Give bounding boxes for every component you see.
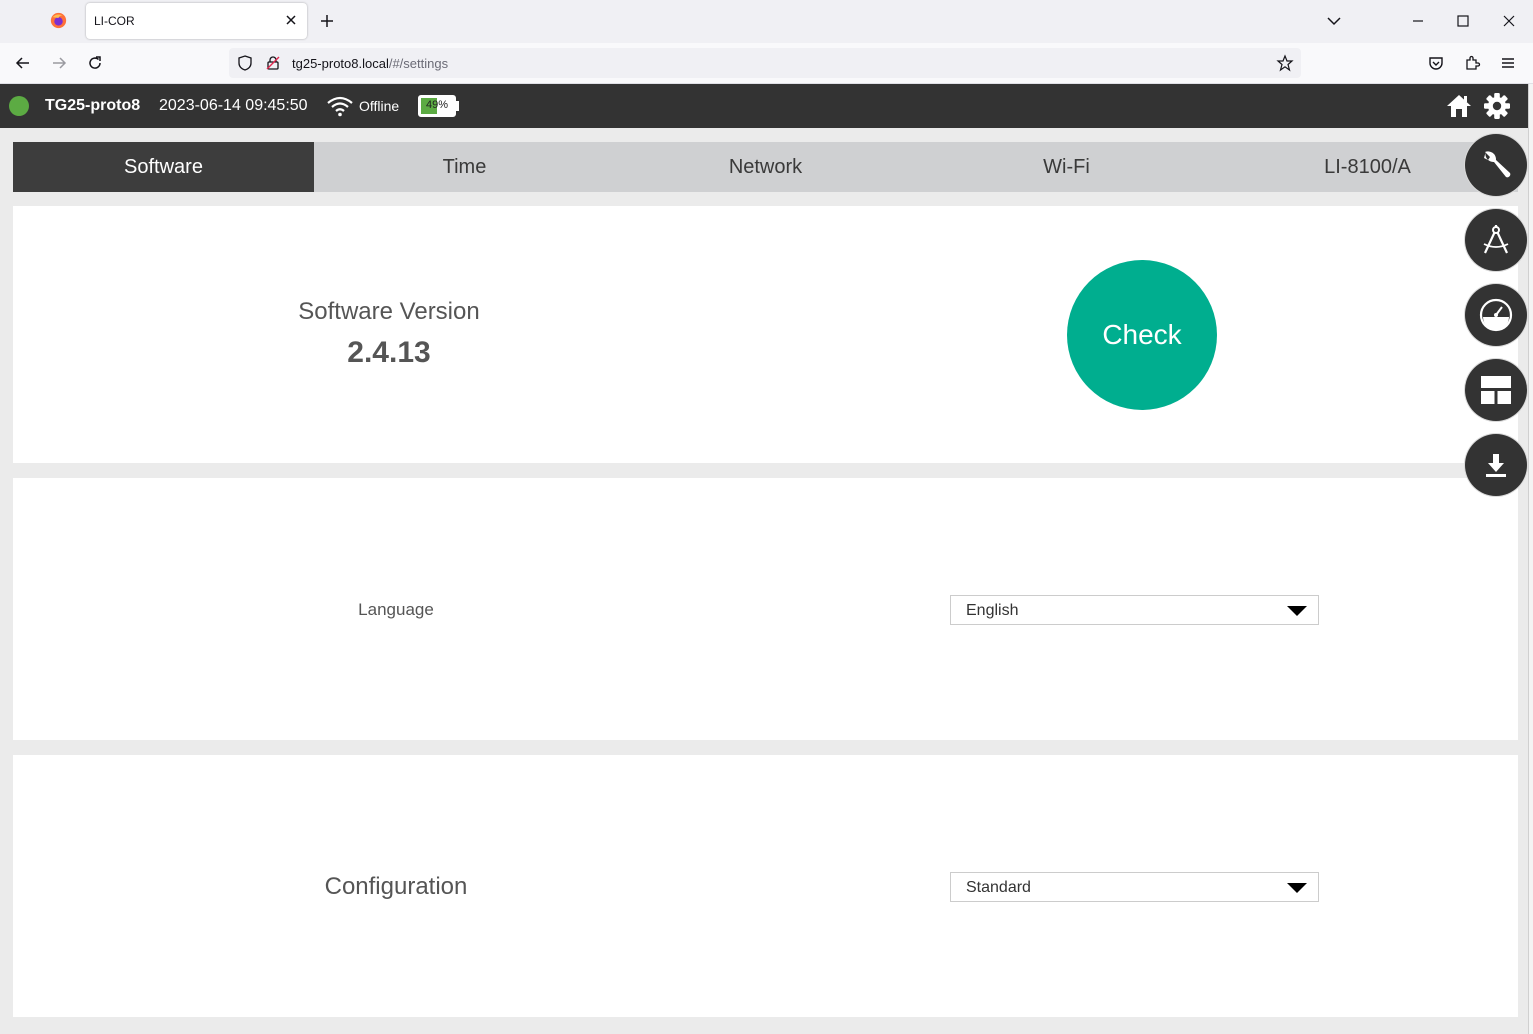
- language-panel: Language English: [13, 478, 1518, 740]
- tab-software[interactable]: Software: [13, 142, 314, 192]
- wrench-button[interactable]: [1465, 134, 1527, 196]
- layout-button[interactable]: [1465, 359, 1527, 421]
- layout-icon: [1481, 376, 1511, 404]
- battery-indicator: 49%: [418, 95, 456, 117]
- battery-label: 49%: [425, 99, 449, 111]
- caret-down-icon: [1287, 606, 1307, 616]
- url-path: /#/settings: [388, 56, 449, 71]
- tab-wifi[interactable]: Wi-Fi: [916, 142, 1217, 192]
- chevron-down-icon[interactable]: [1325, 12, 1343, 30]
- url-host: tg25-proto8.local: [292, 56, 389, 71]
- settings-tabs: Software Time Network Wi-Fi LI-8100/A: [13, 142, 1518, 192]
- download-button[interactable]: [1465, 434, 1527, 496]
- software-version-value: 2.4.13: [347, 336, 431, 369]
- configuration-select[interactable]: Standard: [950, 872, 1319, 902]
- shield-icon[interactable]: [237, 55, 253, 71]
- lock-icon[interactable]: [265, 55, 281, 71]
- language-select[interactable]: English: [950, 595, 1319, 625]
- tab-title: LI-COR: [94, 14, 135, 28]
- compass-icon: [1483, 225, 1509, 254]
- software-panel: Software Version 2.4.13 Check: [13, 206, 1518, 463]
- compass-button[interactable]: [1465, 209, 1527, 271]
- forward-icon[interactable]: [50, 54, 68, 72]
- close-window-icon[interactable]: [1500, 12, 1518, 30]
- gauge-button[interactable]: [1465, 284, 1527, 346]
- menu-icon[interactable]: [1499, 54, 1517, 72]
- software-version-label: Software Version: [298, 298, 480, 325]
- wrench-icon: [1484, 151, 1511, 178]
- back-icon[interactable]: [14, 54, 32, 72]
- language-select-value: English: [966, 602, 1019, 619]
- status-indicator: [9, 96, 29, 116]
- tab-network[interactable]: Network: [615, 142, 916, 192]
- home-icon[interactable]: [1446, 93, 1472, 119]
- browser-tabstrip: LI-COR: [0, 0, 1533, 43]
- minimize-icon[interactable]: [1409, 12, 1427, 30]
- url-text[interactable]: tg25-proto8.local/#/settings: [292, 56, 448, 71]
- battery-cap: [456, 101, 459, 111]
- gauge-icon: [1479, 298, 1513, 332]
- extensions-icon[interactable]: [1463, 54, 1481, 72]
- star-icon[interactable]: [1276, 54, 1294, 72]
- browser-tab[interactable]: LI-COR: [86, 3, 307, 39]
- configuration-label: Configuration: [324, 873, 468, 900]
- wifi-icon: [327, 96, 353, 117]
- gear-icon[interactable]: [1483, 92, 1511, 120]
- datetime: 2023-06-14 09:45:50: [159, 97, 308, 114]
- download-icon: [1486, 454, 1506, 477]
- check-button[interactable]: Check: [1067, 260, 1217, 410]
- scrollbar[interactable]: [1528, 84, 1533, 1034]
- close-icon[interactable]: [283, 12, 299, 28]
- tab-time[interactable]: Time: [314, 142, 615, 192]
- settings-page: Software Time Network Wi-Fi LI-8100/A So…: [0, 128, 1528, 1034]
- reload-icon[interactable]: [86, 54, 104, 72]
- app-header: TG25-proto8 2023-06-14 09:45:50 Offline …: [0, 84, 1528, 128]
- browser-navbar: tg25-proto8.local/#/settings: [0, 43, 1533, 84]
- caret-down-icon: [1287, 883, 1307, 893]
- language-label: Language: [358, 600, 434, 619]
- pocket-icon[interactable]: [1427, 54, 1445, 72]
- configuration-select-value: Standard: [966, 879, 1031, 896]
- maximize-icon[interactable]: [1454, 12, 1472, 30]
- plus-icon[interactable]: [318, 12, 336, 30]
- configuration-panel: Configuration Standard: [13, 755, 1518, 1017]
- device-name: TG25-proto8: [45, 97, 141, 114]
- url-bar[interactable]: tg25-proto8.local/#/settings: [229, 48, 1301, 78]
- firefox-icon: [50, 12, 67, 29]
- connection-status: Offline: [359, 98, 400, 114]
